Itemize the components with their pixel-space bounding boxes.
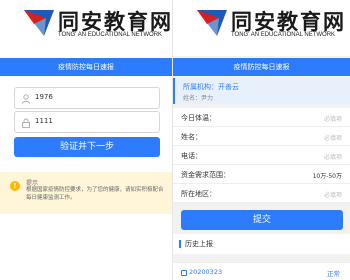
lock-icon [22,118,30,128]
history-status: 正常 [327,270,340,278]
field-placeholder: 必填项 [323,135,342,142]
page-title: 疫情防控每日速报 [173,58,350,76]
login-screen: 同安教育网 TONG' AN EDUCATIONAL NETWORK 疫情防控每… [0,0,172,280]
region-field[interactable]: 所在地区： 必填项 [173,184,350,203]
page-title: 疫情防控每日速报 [0,58,172,76]
phone-field[interactable]: 电话： 必填项 [173,146,350,165]
field-label: 所在地区： [181,190,216,198]
section-marker [179,240,181,248]
name-field[interactable]: 姓名： 必填项 [173,127,350,146]
history-title: 历史上报 [185,240,213,248]
field-placeholder: 必填项 [323,192,342,199]
info-icon: ! [10,181,20,191]
account-field[interactable]: 1976 [14,87,160,109]
submit-button[interactable]: 提交 [181,210,343,230]
field-label: 资金需求范围： [181,171,230,179]
logo-icon [197,10,227,36]
history-date: 20200323 [189,268,223,276]
logo-icon [24,10,54,36]
account-value: 1976 [35,93,53,101]
field-placeholder: 必填项 [323,154,342,161]
brand-header: 同安教育网 TONG' AN EDUCATIONAL NETWORK [0,0,172,56]
funding-range-field[interactable]: 资金需求范围： 10万-50万 [173,165,350,184]
user-icon [21,94,31,104]
field-label: 今日体温： [181,114,216,122]
verify-next-button[interactable]: 验证并下一步 [14,137,160,157]
brand-name-en: TONG' AN EDUCATIONAL NETWORK [231,32,336,38]
organization-label: 所属机构：开善云 [183,83,239,91]
password-value: 1111 [35,117,53,125]
person-name-label: 姓名：尹力 [183,95,214,102]
field-value: 10万-50万 [312,173,342,180]
report-screen: 同安教育网 TONG' AN EDUCATIONAL NETWORK 疫情防控每… [172,0,350,280]
history-section-header: 历史上报 [173,234,350,254]
temperature-field[interactable]: 今日体温： 必填项 [173,108,350,127]
tip-message: 根据国家疫情防控要求，为了您的健康，请如实积极配合每日健康监测工作。 [26,187,164,201]
password-field[interactable]: 1111 [14,111,160,133]
brand-header: 同安教育网 TONG' AN EDUCATIONAL NETWORK [173,0,350,56]
organization-info: 所属机构：开善云 姓名：尹力 [173,78,350,104]
field-label: 电话： [181,152,202,160]
brand-name-en: TONG' AN EDUCATIONAL NETWORK [58,32,163,38]
field-placeholder: 必填项 [323,116,342,123]
history-item[interactable]: 20200323 正常 [173,262,350,280]
field-label: 姓名： [181,133,202,141]
calendar-icon [181,270,187,276]
tip-box: ! 提示 根据国家疫情防控要求，为了您的健康，请如实积极配合每日健康监测工作。 [0,172,172,214]
